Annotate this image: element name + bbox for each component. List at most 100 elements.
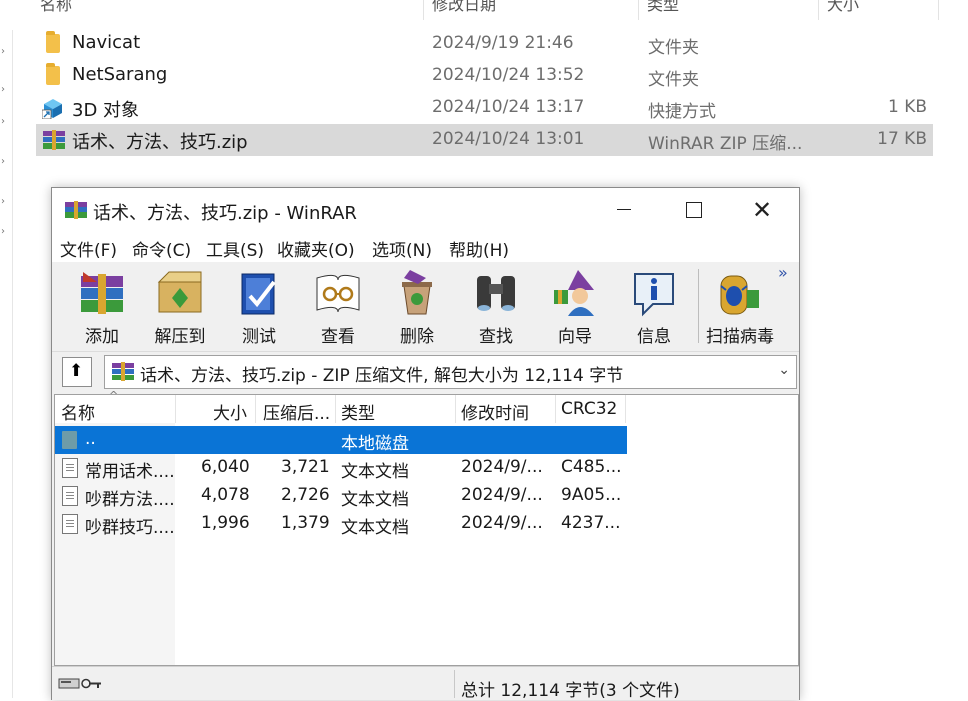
wizard-button[interactable]: 向导 (537, 265, 613, 349)
menu-tools[interactable]: 工具(S) (206, 236, 264, 261)
close-button[interactable]: ✕ (729, 188, 799, 232)
text-document-icon (62, 486, 78, 506)
find-button[interactable]: 查找 (458, 265, 534, 349)
status-total-text: 总计 12,114 字节(3 个文件) (461, 681, 680, 701)
expand-arrow-icon[interactable]: › (1, 46, 5, 57)
view-button[interactable]: 查看 (300, 265, 376, 349)
column-divider (255, 395, 256, 423)
file-type: 文件夹 (648, 38, 699, 58)
toolbar-more-chevron-icon[interactable]: » (778, 263, 788, 282)
column-divider (335, 395, 336, 423)
cell-crc32: 9A05... (561, 485, 622, 505)
archive-path-text: 话术、方法、技巧.zip - ZIP 压缩文件, 解包大小为 12,114 字节 (140, 366, 624, 386)
cell-name: .. (85, 429, 96, 449)
maximize-icon (686, 202, 702, 218)
file-size: 17 KB (877, 129, 927, 149)
cell-name: 吵群方法.... (85, 490, 175, 510)
cell-modified: 2024/9/... (461, 513, 543, 533)
toolbar-label: 向导 (558, 327, 592, 347)
cell-type: 文本文档 (341, 490, 409, 510)
minimize-button[interactable] (589, 188, 659, 232)
list-header-modified[interactable]: 修改时间 (461, 399, 529, 427)
archive-file-list[interactable]: 名称 ^ 大小 压缩后... 类型 修改时间 CRC32 .. 本地磁盘 常用话… (54, 389, 799, 666)
file-date: 2024/10/24 13:01 (432, 129, 585, 149)
extract-to-button[interactable]: 解压到 (142, 265, 218, 349)
expand-arrow-icon[interactable]: › (1, 156, 5, 167)
expand-arrow-icon[interactable]: › (1, 84, 5, 95)
toolbar-label: 信息 (637, 327, 671, 347)
file-row-3d-objects[interactable]: 3D 对象 2024/10/24 13:17 快捷方式 1 KB (36, 92, 933, 124)
column-size[interactable]: 大小 (827, 0, 859, 15)
list-row[interactable]: 常用话术.... 6,040 3,721 文本文档 2024/9/... C48… (55, 454, 627, 482)
list-row[interactable]: 吵群技巧.... 1,996 1,379 文本文档 2024/9/... 423… (55, 510, 627, 538)
list-header-crc32[interactable]: CRC32 (561, 399, 617, 427)
column-divider (555, 395, 556, 423)
view-icon (316, 274, 360, 313)
expand-arrow-icon[interactable]: › (1, 116, 5, 127)
menu-favorites[interactable]: 收藏夹(O) (277, 236, 355, 261)
cell-packed: 2,726 (281, 485, 330, 505)
file-date: 2024/10/24 13:17 (432, 97, 585, 117)
virus-scan-icon (720, 275, 759, 315)
test-button[interactable]: 测试 (221, 265, 297, 349)
toolbar: 添加 解压到 测试 查看 删除 查找 向导 信息 扫描病毒 » (52, 263, 799, 352)
archive-path-combobox[interactable]: 话术、方法、技巧.zip - ZIP 压缩文件, 解包大小为 12,114 字节… (104, 355, 797, 389)
maximize-button[interactable] (659, 188, 729, 232)
cell-name: 吵群技巧.... (85, 518, 175, 538)
delete-button[interactable]: 删除 (379, 265, 455, 349)
navigation-pane-edge: › › › › › › (0, 30, 13, 698)
file-size: 1 KB (887, 97, 927, 117)
cell-size: 1,996 (201, 513, 250, 533)
expand-arrow-icon[interactable]: › (1, 226, 5, 237)
column-divider (625, 395, 626, 423)
status-bar: 总计 12,114 字节(3 个文件) (52, 666, 799, 701)
add-button[interactable]: 添加 (64, 265, 140, 349)
up-one-level-button[interactable]: ⬆ (62, 357, 92, 387)
column-name[interactable]: 名称 (40, 0, 72, 15)
list-row[interactable]: 吵群方法.... 4,078 2,726 文本文档 2024/9/... 9A0… (55, 482, 627, 510)
file-row-zip-selected[interactable]: 话术、方法、技巧.zip 2024/10/24 13:01 WinRAR ZIP… (36, 124, 933, 156)
toolbar-label: 查看 (321, 327, 355, 347)
folder-icon (46, 31, 60, 53)
file-date: 2024/10/24 13:52 (432, 65, 585, 85)
cell-crc32: 4237... (561, 513, 621, 533)
list-header-name[interactable]: 名称 (61, 399, 95, 427)
file-row-netsarang[interactable]: NetSarang 2024/10/24 13:52 文件夹 (36, 60, 933, 92)
file-name: 话术、方法、技巧.zip (72, 132, 248, 153)
menu-help[interactable]: 帮助(H) (449, 236, 509, 261)
title-bar[interactable]: 话术、方法、技巧.zip - WinRAR ✕ (52, 188, 799, 232)
menu-file[interactable]: 文件(F) (60, 236, 117, 261)
list-header-size[interactable]: 大小 (213, 399, 247, 427)
cell-name: 常用话术.... (85, 462, 175, 482)
info-button[interactable]: 信息 (616, 265, 692, 349)
minimize-icon (617, 209, 631, 210)
column-date[interactable]: 修改日期 (432, 0, 496, 15)
list-row-parent-selected[interactable]: .. 本地磁盘 (55, 426, 627, 454)
cell-modified: 2024/9/... (461, 485, 543, 505)
delete-icon (402, 270, 432, 315)
file-name: NetSarang (72, 64, 168, 85)
text-document-icon (62, 458, 78, 478)
virus-scan-button[interactable]: 扫描病毒 (702, 265, 782, 349)
cell-size: 6,040 (201, 457, 250, 477)
cell-modified: 2024/9/... (461, 457, 543, 477)
file-row-navicat[interactable]: Navicat 2024/9/19 21:46 文件夹 (36, 28, 933, 60)
winrar-app-icon (65, 201, 87, 219)
3d-objects-shortcut-icon (42, 99, 62, 119)
toolbar-label: 扫描病毒 (706, 327, 774, 347)
file-date: 2024/9/19 21:46 (432, 33, 574, 53)
chevron-down-icon[interactable]: ⌄ (778, 362, 790, 378)
cell-packed: 3,721 (281, 457, 330, 477)
list-header-type[interactable]: 类型 (341, 399, 375, 427)
file-type: 文件夹 (648, 70, 699, 90)
folder-icon (46, 63, 60, 85)
parent-folder-icon (62, 431, 77, 449)
cell-type: 文本文档 (341, 462, 409, 482)
extract-to-icon (157, 271, 202, 313)
menu-options[interactable]: 选项(N) (372, 236, 432, 261)
menu-commands[interactable]: 命令(C) (132, 236, 191, 261)
list-header-packed[interactable]: 压缩后... (263, 399, 330, 427)
expand-arrow-icon[interactable]: › (1, 196, 5, 207)
status-divider (454, 670, 455, 698)
column-type[interactable]: 类型 (647, 0, 679, 15)
